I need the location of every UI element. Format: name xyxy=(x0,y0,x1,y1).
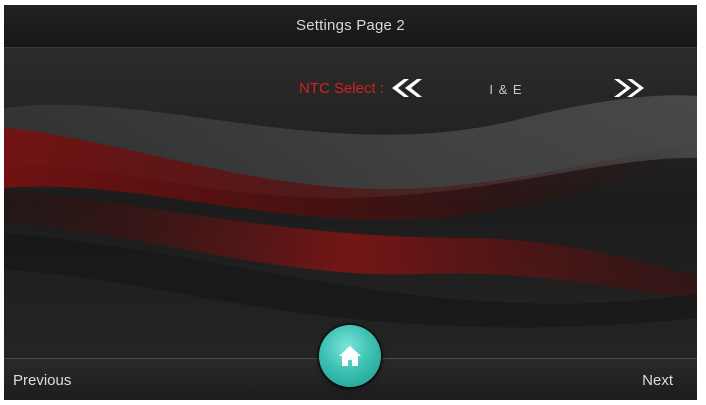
ntc-decrease-button[interactable] xyxy=(388,76,432,100)
previous-button[interactable]: Previous xyxy=(13,369,71,393)
home-icon xyxy=(339,346,361,366)
page-title: Settings Page 2 xyxy=(296,17,405,34)
home-button[interactable] xyxy=(319,325,381,387)
ntc-select-value: I & E xyxy=(489,82,523,97)
next-button[interactable]: Next xyxy=(642,369,673,393)
ntc-select-label: NTC Select : xyxy=(298,80,384,97)
title-bar: Settings Page 2 xyxy=(4,5,697,48)
double-chevron-left-icon xyxy=(392,79,422,97)
double-chevron-right-icon xyxy=(614,79,644,97)
ntc-select-row: NTC Select : I & E xyxy=(4,48,697,128)
thermostat-screen: Settings Page 2 NTC Select: I & E Previ… xyxy=(4,5,697,400)
ntc-increase-button[interactable] xyxy=(604,76,648,100)
